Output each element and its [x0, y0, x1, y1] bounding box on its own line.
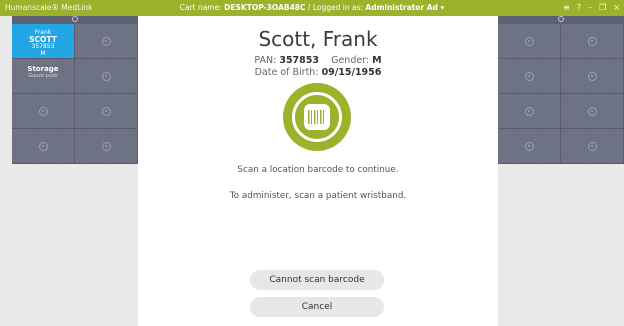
patient-gender: M — [40, 50, 46, 57]
scan-dialog: Scott, Frank PAN: 357853 Gender: M Date … — [138, 16, 498, 326]
drawer-cell[interactable] — [561, 94, 624, 129]
drawer-slot-icon — [524, 71, 534, 81]
drawer-cell[interactable] — [498, 24, 561, 59]
storage-drawer[interactable]: Storage Gauze pads — [12, 59, 75, 94]
chevron-down-icon: ▾ — [440, 3, 445, 12]
drawer-slot-icon — [38, 106, 48, 116]
user-name: Administrator Ad — [365, 3, 438, 12]
add-icon[interactable] — [558, 16, 564, 22]
drawer-slot-icon — [524, 141, 534, 151]
drawer-header — [498, 16, 624, 24]
scan-location-message: Scan a location barcode to continue. — [237, 165, 399, 175]
cart-info: Cart name: DESKTOP-3OAB48C / Logged in a… — [0, 3, 624, 12]
cannot-scan-barcode-button[interactable]: Cannot scan barcode — [250, 270, 384, 290]
drawer-cell[interactable] — [75, 94, 138, 129]
drawer-slot-icon — [524, 106, 534, 116]
drawer-slot-icon — [587, 141, 597, 151]
logged-in-label: Logged in as: — [312, 3, 364, 12]
menu-icon[interactable]: ≡ — [563, 2, 570, 14]
cart-name: DESKTOP-3OAB48C — [224, 3, 306, 12]
cancel-button[interactable]: Cancel — [250, 297, 384, 317]
drawer-slot-icon — [101, 106, 111, 116]
pan-value: 357853 — [279, 55, 319, 66]
user-menu[interactable]: Administrator Ad ▾ — [365, 3, 444, 12]
window-controls: ≡ ? – ❐ × — [563, 2, 620, 14]
drawer-cell[interactable] — [498, 129, 561, 164]
barcode-icon — [304, 104, 330, 130]
cart-label: Cart name: — [179, 3, 222, 12]
drawer-cell[interactable] — [561, 129, 624, 164]
drawer-cell[interactable] — [498, 59, 561, 94]
dob-label: Date of Birth: — [254, 67, 319, 78]
close-icon[interactable]: × — [613, 2, 620, 14]
barcode-scan-icon — [283, 83, 351, 151]
patient-id: 357853 — [31, 43, 55, 50]
drawer-header — [12, 16, 138, 24]
patient-ids: PAN: 357853 Gender: M — [138, 55, 498, 66]
drawer-cell[interactable] — [561, 24, 624, 59]
patient-dob: Date of Birth: 09/15/1956 — [138, 67, 498, 78]
drawer-slot-icon — [524, 36, 534, 46]
drawer-slot-icon — [587, 71, 597, 81]
help-icon[interactable]: ? — [577, 2, 581, 14]
drawer-cell[interactable] — [75, 129, 138, 164]
gender-value: M — [372, 55, 382, 66]
dob-value: 09/15/1956 — [321, 67, 382, 78]
drawer-cell[interactable] — [12, 94, 75, 129]
right-cart-drawers — [498, 16, 624, 326]
drawer-slot-icon — [587, 106, 597, 116]
title-bar: Humanscale® MedLink Cart name: DESKTOP-3… — [0, 0, 624, 16]
drawer-slot-icon — [587, 36, 597, 46]
pan-label: PAN: — [254, 55, 277, 66]
administer-message: To administer, scan a patient wristband. — [229, 191, 407, 201]
storage-subtitle: Gauze pads — [28, 73, 58, 79]
add-icon[interactable] — [72, 16, 78, 22]
patient-last-name: SCOTT — [29, 35, 57, 44]
patient-name: Scott, Frank — [258, 27, 378, 51]
drawer-cell[interactable] — [75, 59, 138, 94]
drawer-cell[interactable] — [75, 24, 138, 59]
restore-icon[interactable]: ❐ — [599, 2, 606, 14]
drawer-slot-icon — [101, 36, 111, 46]
drawer-slot-icon — [38, 141, 48, 151]
separator: / — [307, 3, 311, 12]
drawer-cell[interactable] — [561, 59, 624, 94]
drawer-cell[interactable] — [498, 94, 561, 129]
drawer-slot-icon — [101, 141, 111, 151]
drawer-cell[interactable] — [12, 129, 75, 164]
storage-title: Storage — [27, 65, 59, 73]
patient-drawer[interactable]: Frank SCOTT 357853 M — [12, 24, 75, 59]
left-cart-drawers: Frank SCOTT 357853 M Storage Gauze pads — [12, 16, 138, 326]
drawer-slot-icon — [101, 71, 111, 81]
minimize-icon[interactable]: – — [588, 2, 592, 14]
gender-label: Gender: — [331, 55, 370, 66]
